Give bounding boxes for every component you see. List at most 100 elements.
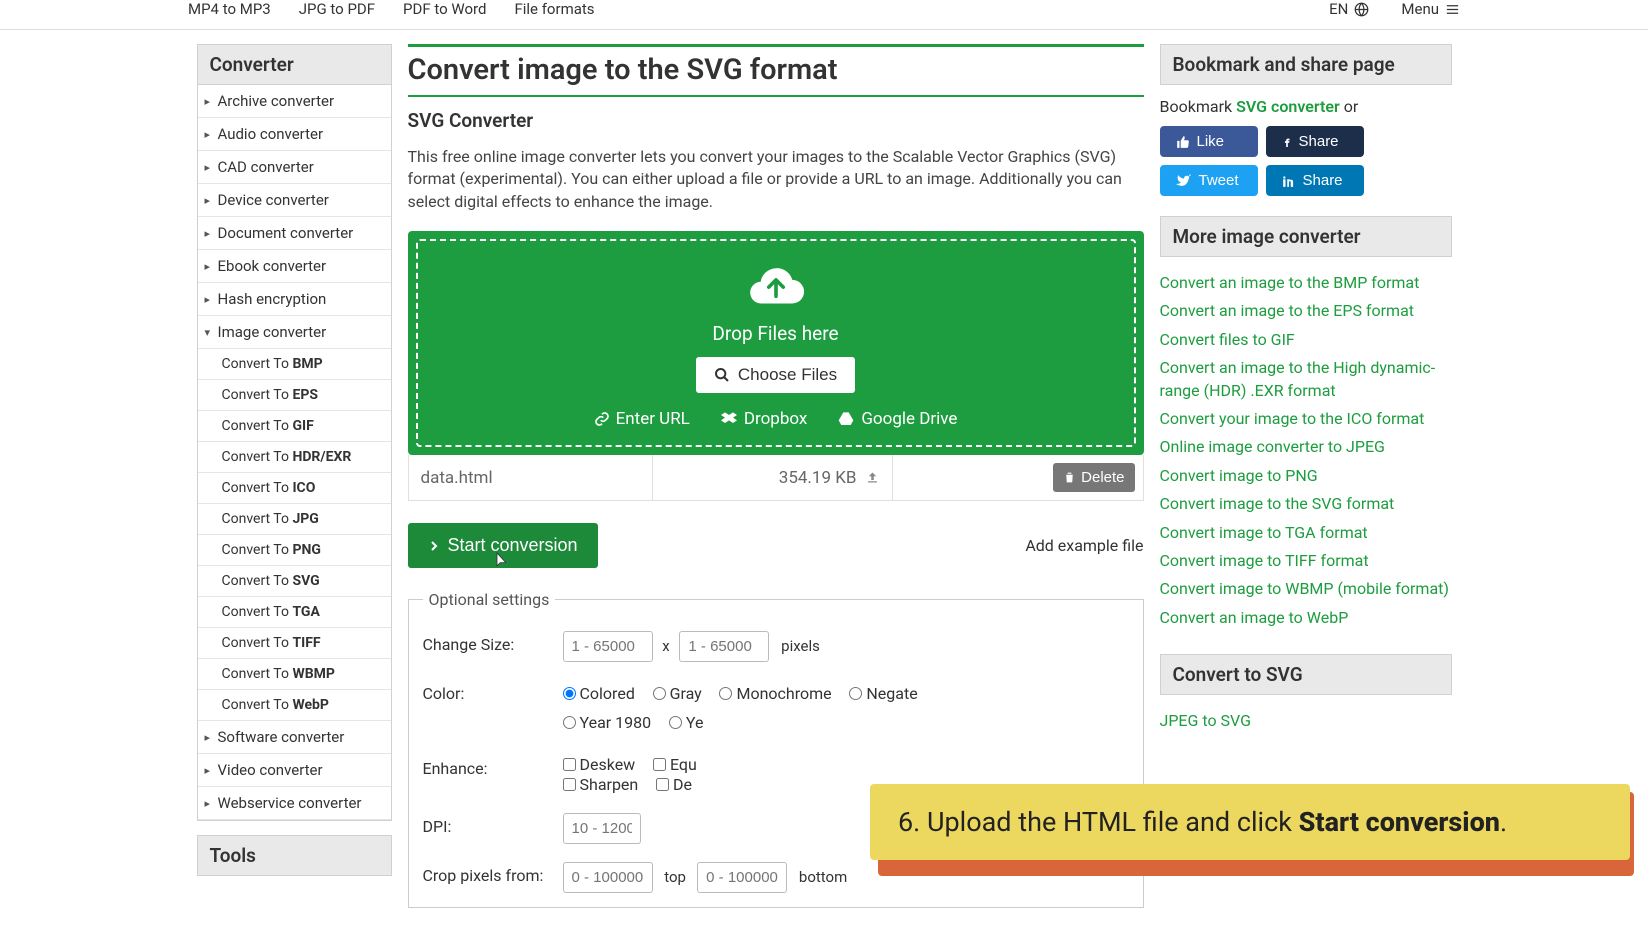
convert-link[interactable]: JPEG to SVG (1160, 711, 1252, 730)
sub-tga[interactable]: Convert To TGA (198, 597, 391, 628)
cat-video[interactable]: Video converter (198, 754, 391, 787)
page-title: Convert image to the SVG format (408, 53, 1144, 87)
subtitle: SVG Converter (408, 109, 1144, 132)
twitter-icon (1176, 174, 1192, 188)
height-input[interactable] (679, 631, 769, 662)
check-de[interactable]: De (656, 775, 692, 794)
radio-mono[interactable]: Monochrome (719, 680, 831, 707)
radio-colored[interactable]: Colored (563, 680, 635, 707)
cat-cad[interactable]: CAD converter (198, 151, 391, 184)
crop-bottom-input[interactable] (697, 862, 787, 893)
bookmark-text: Bookmark SVG converter or (1160, 97, 1452, 116)
radio-1980[interactable]: Year 1980 (563, 709, 652, 736)
sidebar-left: Converter Archive converter Audio conver… (197, 44, 392, 908)
radio-negate[interactable]: Negate (849, 680, 917, 707)
radio-gray[interactable]: Gray (653, 680, 702, 707)
choose-files-button[interactable]: Choose Files (696, 357, 855, 393)
convert-link[interactable]: CDR to SVG (1160, 789, 1243, 808)
nav-link-pdfword[interactable]: PDF to Word (403, 0, 486, 18)
more-link[interactable]: Convert files to GIF (1160, 330, 1295, 349)
dropbox-icon (720, 411, 738, 427)
check-sharpen[interactable]: Sharpen (563, 775, 639, 794)
check-equ[interactable]: Equ (653, 755, 697, 774)
sub-jpg[interactable]: Convert To JPG (198, 504, 391, 535)
sub-svg[interactable]: Convert To SVG (198, 566, 391, 597)
radio-ye[interactable]: Ye (669, 709, 704, 736)
cat-archive[interactable]: Archive converter (198, 85, 391, 118)
drop-text: Drop Files here (430, 322, 1122, 345)
width-input[interactable] (563, 631, 653, 662)
dropzone[interactable]: Drop Files here Choose Files Enter URL D… (408, 231, 1144, 455)
enter-url-link[interactable]: Enter URL (594, 409, 690, 429)
sub-png[interactable]: Convert To PNG (198, 535, 391, 566)
more-link[interactable]: Convert image to PNG (1160, 466, 1318, 485)
sub-eps[interactable]: Convert To EPS (198, 380, 391, 411)
sub-wbmp[interactable]: Convert To WBMP (198, 659, 391, 690)
more-link[interactable]: Convert an image to the BMP format (1160, 273, 1420, 292)
optional-legend: Optional settings (423, 590, 556, 609)
description: This free online image converter lets yo… (408, 146, 1144, 213)
dropbox-link[interactable]: Dropbox (720, 409, 808, 429)
more-link[interactable]: Convert an image to WebP (1160, 608, 1349, 627)
tools-header: Tools (197, 835, 392, 876)
convert-header: Convert to SVG (1160, 654, 1452, 695)
cat-software[interactable]: Software converter (198, 721, 391, 754)
more-link[interactable]: Online image converter to JPEG (1160, 437, 1385, 456)
fb-like-button[interactable]: Like (1160, 126, 1258, 157)
file-size: 354.19 KB (653, 455, 893, 501)
convert-link[interactable]: AI to SVG (1160, 818, 1227, 837)
cat-ebook[interactable]: Ebook converter (198, 250, 391, 283)
check-deskew[interactable]: Deskew (563, 755, 636, 774)
add-example-link[interactable]: Add example file (1025, 536, 1143, 555)
search-icon (714, 367, 730, 383)
cat-image[interactable]: Image converter (198, 316, 391, 349)
gdrive-icon (837, 411, 855, 427)
more-link[interactable]: Convert an image to the EPS format (1160, 301, 1415, 320)
facebook-icon (1282, 135, 1292, 149)
nav-link-formats[interactable]: File formats (514, 0, 594, 18)
main-content: Convert image to the SVG format SVG Conv… (408, 44, 1144, 908)
cat-webservice[interactable]: Webservice converter (198, 787, 391, 820)
menu-toggle[interactable]: Menu (1401, 0, 1460, 18)
nav-link-jpgpdf[interactable]: JPG to PDF (299, 0, 375, 18)
more-link[interactable]: Convert your image to the ICO format (1160, 409, 1425, 428)
cloud-upload-icon (747, 261, 805, 306)
delete-button[interactable]: Delete (1053, 463, 1134, 492)
hamburger-icon (1445, 2, 1460, 17)
linkedin-share-button[interactable]: Share (1266, 165, 1364, 196)
chevron-right-icon (428, 538, 440, 554)
linkedin-icon (1282, 174, 1296, 188)
start-conversion-button[interactable]: Start conversion (408, 523, 598, 568)
convert-link[interactable]: EPS to SVG (1160, 846, 1241, 865)
dpi-input[interactable] (563, 813, 641, 844)
tweet-button[interactable]: Tweet (1160, 165, 1258, 196)
crop-top-input[interactable] (563, 862, 653, 893)
sub-webp[interactable]: Convert To WebP (198, 690, 391, 721)
more-link[interactable]: Convert image to TIFF format (1160, 551, 1369, 570)
sub-tiff[interactable]: Convert To TIFF (198, 628, 391, 659)
more-header: More image converter (1160, 216, 1452, 257)
cat-audio[interactable]: Audio converter (198, 118, 391, 151)
sub-bmp[interactable]: Convert To BMP (198, 349, 391, 380)
fb-share-button[interactable]: Share (1266, 126, 1364, 157)
size-label: Change Size: (423, 631, 563, 654)
bookmark-link[interactable]: SVG converter (1236, 97, 1340, 116)
cat-hash[interactable]: Hash encryption (198, 283, 391, 316)
gdrive-link[interactable]: Google Drive (837, 409, 957, 429)
sub-hdr[interactable]: Convert To HDR/EXR (198, 442, 391, 473)
sub-gif[interactable]: Convert To GIF (198, 411, 391, 442)
more-link[interactable]: Convert image to the SVG format (1160, 494, 1395, 513)
cat-document[interactable]: Document converter (198, 217, 391, 250)
lang-switch[interactable]: EN (1329, 0, 1369, 18)
sub-ico[interactable]: Convert To ICO (198, 473, 391, 504)
more-link[interactable]: Convert image to WBMP (mobile format) (1160, 579, 1449, 598)
cat-device[interactable]: Device converter (198, 184, 391, 217)
sidebar-header: Converter (197, 44, 392, 85)
link-icon (594, 411, 610, 427)
file-row: data.html 354.19 KB Delete (408, 455, 1144, 501)
dpi-label: DPI: (423, 813, 563, 836)
convert-links: JPEG to SVG CDR to SVG AI to SVG EPS to … (1160, 707, 1452, 871)
more-link[interactable]: Convert an image to the High dynamic-ran… (1160, 358, 1436, 399)
more-link[interactable]: Convert image to TGA format (1160, 523, 1368, 542)
nav-link-mp4mp3[interactable]: MP4 to MP3 (188, 0, 271, 18)
